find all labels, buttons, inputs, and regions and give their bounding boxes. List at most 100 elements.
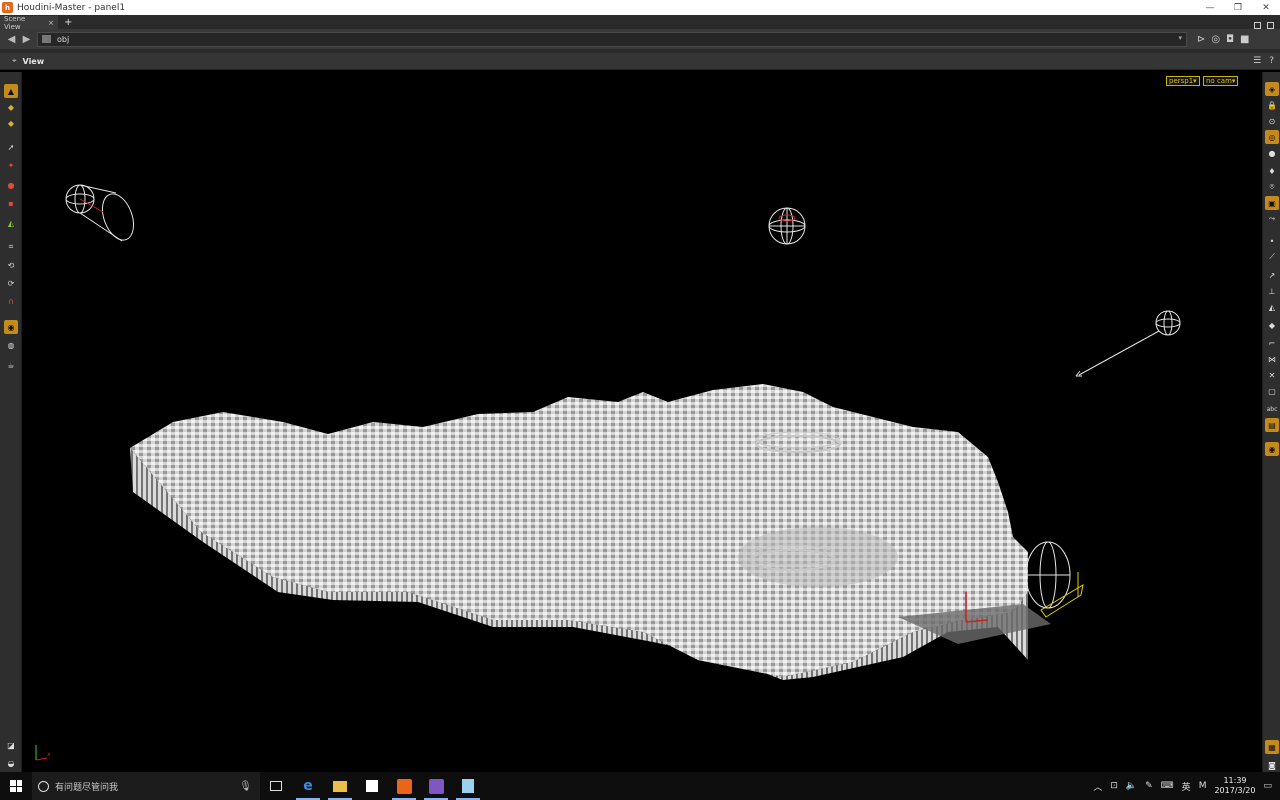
display-icon[interactable]: ■ (1240, 34, 1249, 45)
teapot-icon[interactable]: ☕ (4, 358, 18, 372)
back-arrow-icon[interactable]: ◀ (4, 34, 19, 45)
clock-time: 11:39 (1223, 776, 1247, 785)
view-tool-icon[interactable]: ◉ (4, 320, 18, 334)
forward-arrow-icon[interactable]: ▶ (19, 34, 34, 45)
edge-icon[interactable]: e (292, 772, 324, 800)
guide-icon[interactable]: ◉ (1265, 442, 1279, 456)
pose-tool-icon[interactable]: ⌗ (4, 240, 18, 254)
tab-close-icon[interactable]: × (48, 19, 54, 27)
camera-menu[interactable]: persp1▾ (1166, 76, 1200, 86)
viewport-canvas (35, 184, 1181, 761)
viewer-options-icon[interactable]: ☰ (1253, 56, 1261, 66)
pane-menu-icon[interactable] (1267, 22, 1274, 29)
handle-tool-icon[interactable]: ◭ (4, 216, 18, 230)
task-view-icon[interactable] (260, 772, 292, 800)
windows-taskbar: 有问题尽管问我 🎙 e ︿ ⊡ 🔈 ✎ ⌨ 英 M 11:39 2017/3/2… (0, 772, 1280, 800)
scene-viewport[interactable]: persp1▾ no cam▾ x (23, 72, 1262, 772)
add-tab-button[interactable]: + (64, 16, 72, 29)
restore-button[interactable]: ❐ (1224, 3, 1252, 13)
grid-display-icon[interactable]: ⋈ (1265, 352, 1279, 366)
edge-display-icon[interactable]: ⟋ (1265, 250, 1279, 264)
help-icon[interactable]: ? (1269, 56, 1274, 66)
shading-mode-icon[interactable]: ▣ (1265, 196, 1279, 210)
houdini-window: h Houdini-Master - panel1 — ❐ ✕ Scene Vi… (0, 0, 1280, 800)
system-tray: ︿ ⊡ 🔈 ✎ ⌨ 英 M 11:39 2017/3/20 ▭ (1093, 776, 1280, 796)
path-text: obj (57, 34, 70, 44)
keyboard-icon[interactable]: ⌨ (1161, 781, 1174, 791)
background-icon[interactable]: ▤ (1265, 418, 1279, 432)
viewer-panel-bar: ⌖ View ☰ ? (0, 53, 1280, 70)
path-dropdown-icon[interactable]: ▾ (1178, 34, 1182, 42)
houdini-taskbar-icon[interactable] (388, 772, 420, 800)
pin-icon[interactable]: ⊳ (1197, 34, 1205, 45)
border-display-icon[interactable]: ⌐ (1265, 336, 1279, 350)
arrow-select-icon[interactable]: ➚ (4, 140, 18, 154)
scale-tool-icon[interactable]: ▪ (4, 196, 18, 210)
axis-x-label: x (47, 751, 51, 758)
pane-tab-strip: Scene View × + (0, 15, 1280, 31)
network-icon[interactable]: ⊡ (1110, 781, 1118, 791)
bbox-display-icon[interactable]: ▢ (1265, 384, 1279, 398)
prim-display-icon[interactable]: ◆ (1265, 318, 1279, 332)
geometry-mode-icon[interactable]: ◆ (4, 116, 18, 130)
object-mode-icon[interactable]: ◆ (4, 100, 18, 114)
origin-display-icon[interactable]: ✕ (1265, 368, 1279, 382)
tab-scene-view[interactable]: Scene View × (0, 15, 58, 31)
vector-display-icon[interactable]: ◭ (1265, 300, 1279, 314)
pen-icon[interactable]: ✎ (1145, 781, 1153, 791)
uv-display-icon[interactable]: ⊥ (1265, 284, 1279, 298)
headlight-icon[interactable]: ⌾ (1265, 180, 1279, 194)
cortana-search-box[interactable]: 有问题尽管问我 🎙 (32, 772, 260, 800)
action-center-icon[interactable]: ▭ (1263, 781, 1272, 791)
camera-link-icon[interactable]: ⊙ (1265, 114, 1279, 128)
render-region-icon[interactable]: ◍ (4, 338, 18, 352)
paint-tool-icon[interactable]: ⟳ (4, 276, 18, 290)
distant-light-object (1075, 310, 1181, 377)
layout-icon[interactable]: ▦ (1265, 740, 1279, 754)
point-display-icon[interactable]: • (1265, 234, 1279, 248)
link-icon[interactable]: ◎ (1211, 34, 1220, 45)
path-bar: ◀ ▶ obj ▾ ⊳ ◎ ◘ ■ (0, 29, 1280, 49)
display-options-icon[interactable]: ◈ (1265, 82, 1279, 96)
point-light-object (768, 207, 806, 245)
move-tool-icon[interactable]: ✦ (4, 158, 18, 172)
snapshot-view-icon[interactable]: ◙ (1265, 758, 1279, 772)
visual-studio-icon[interactable] (420, 772, 452, 800)
no-cam-menu[interactable]: no cam▾ (1203, 76, 1239, 86)
network-path-field[interactable]: obj ▾ (37, 31, 1187, 47)
store-icon[interactable] (356, 772, 388, 800)
object-network-icon (42, 35, 51, 43)
maximize-pane-icon[interactable] (1254, 22, 1261, 29)
snapshot-tool-icon[interactable]: ◪ (4, 738, 18, 752)
ghost-icon[interactable]: ◎ (1265, 130, 1279, 144)
normal-display-icon[interactable]: ↗ (1265, 268, 1279, 282)
microphone-icon[interactable]: 🎙 (239, 781, 252, 792)
ime-language[interactable]: 英 (1182, 780, 1191, 793)
text-display-icon[interactable]: abc (1265, 402, 1279, 416)
select-tool-icon[interactable]: ▲ (4, 84, 18, 98)
light-bulb-icon[interactable]: ● (1265, 146, 1279, 160)
search-placeholder: 有问题尽管问我 (55, 782, 119, 793)
ime-mode[interactable]: M (1199, 781, 1207, 791)
rotate-tool-icon[interactable]: ● (4, 178, 18, 192)
lock-camera-icon[interactable]: 🔒 (1265, 98, 1279, 112)
snap-tool-icon[interactable]: ⟲ (4, 258, 18, 272)
camera-object (1025, 541, 1084, 618)
cortana-icon (38, 780, 49, 792)
title-bar: h Houdini-Master - panel1 — ❐ ✕ (0, 0, 1280, 15)
close-button[interactable]: ✕ (1252, 3, 1280, 13)
start-button[interactable] (0, 772, 32, 800)
wire-icon[interactable]: ⤳ (1265, 212, 1279, 226)
clock[interactable]: 11:39 2017/3/20 (1214, 776, 1255, 796)
snapshot-icon[interactable]: ◘ (1226, 34, 1234, 45)
volume-icon[interactable]: 🔈 (1126, 781, 1137, 791)
minimize-button[interactable]: — (1196, 3, 1224, 13)
show-hidden-icons-icon[interactable]: ︿ (1093, 780, 1102, 793)
clock-date: 2017/3/20 (1214, 786, 1256, 795)
notepad-icon[interactable] (452, 772, 484, 800)
window-title: Houdini-Master - panel1 (17, 2, 126, 13)
lights-icon[interactable]: ◒ (4, 756, 18, 770)
pin-light-icon[interactable]: ♦ (1265, 164, 1279, 178)
magnet-icon[interactable]: ∩ (4, 294, 18, 308)
file-explorer-icon[interactable] (324, 772, 356, 800)
